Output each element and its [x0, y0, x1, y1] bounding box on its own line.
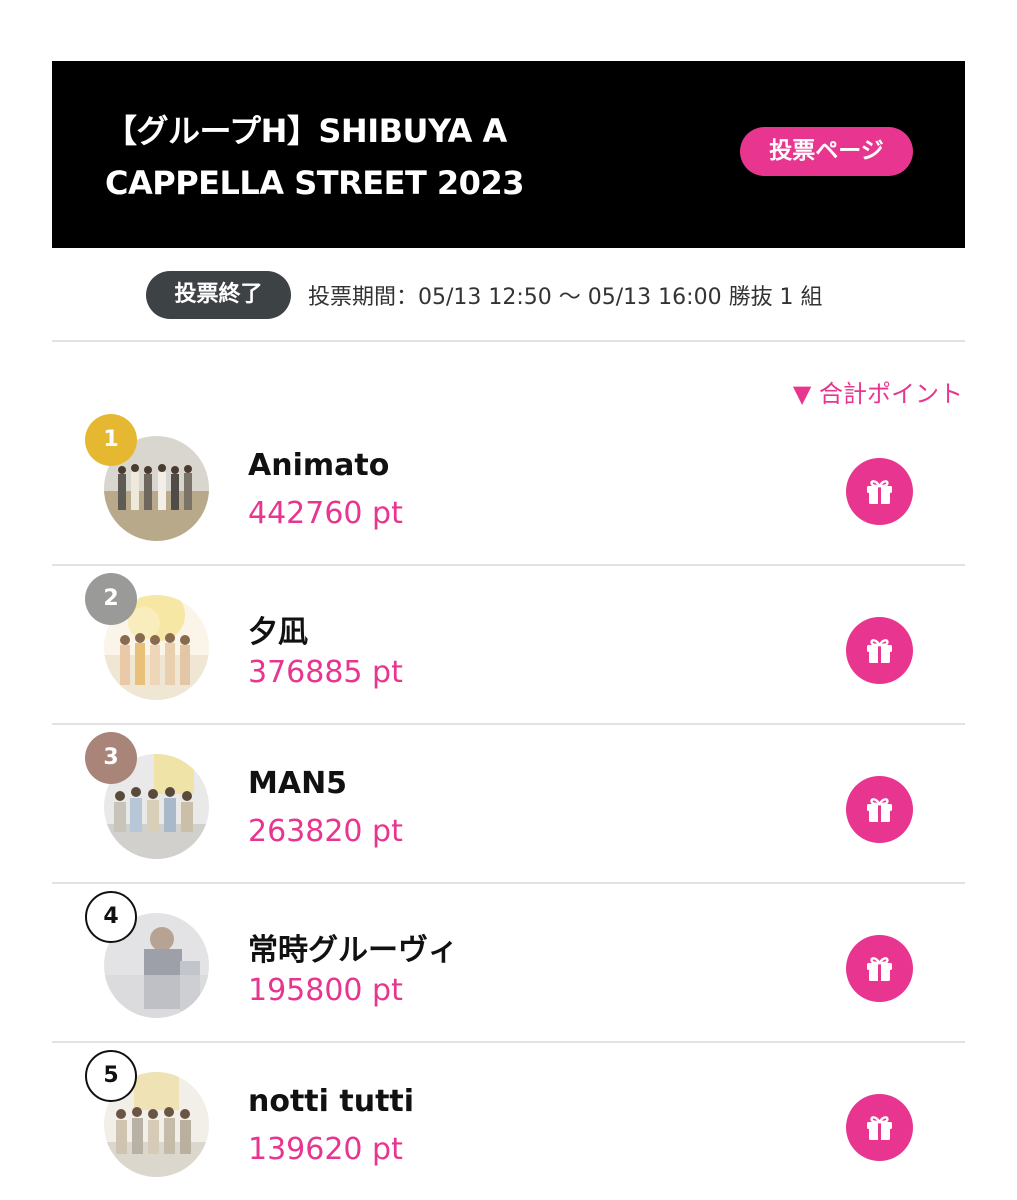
gift-button[interactable]: [846, 458, 913, 525]
ranking-row: 3 MAN5 263820 pt: [52, 724, 965, 883]
gift-icon: [867, 1116, 892, 1140]
rank-badge: 4: [85, 891, 137, 943]
vote-page-button[interactable]: 投票ページ: [740, 127, 913, 176]
ranking-row: 4 常時グルーヴィ 195800 pt: [52, 883, 965, 1042]
gift-button[interactable]: [846, 776, 913, 843]
gift-icon: [867, 957, 892, 981]
group-points: 195800 pt: [248, 973, 403, 1008]
sort-total-points-link[interactable]: ▼ 合計ポイント: [793, 374, 963, 409]
gift-icon: [867, 639, 892, 663]
divider: [52, 340, 965, 342]
group-name: MAN5: [248, 766, 348, 801]
gift-button[interactable]: [846, 935, 913, 1002]
ranking-row: 2 夕凪 376885 pt: [52, 565, 965, 724]
gift-icon: [867, 480, 892, 504]
gift-icon: [867, 798, 892, 822]
voting-period: 投票期間：05/13 12:50 〜 05/13 16:00 勝抜 1 組: [308, 285, 823, 310]
gift-button[interactable]: [846, 617, 913, 684]
rank-badge: 5: [85, 1050, 137, 1102]
voting-status-row: 投票終了 投票期間：05/13 12:50 〜 05/13 16:00 勝抜 1…: [146, 271, 823, 319]
group-points: 263820 pt: [248, 814, 403, 849]
rank-badge: 3: [85, 732, 137, 784]
group-name: Animato: [248, 448, 390, 483]
group-points: 376885 pt: [248, 655, 403, 690]
gift-button[interactable]: [846, 1094, 913, 1161]
rank-badge: 2: [85, 573, 137, 625]
status-badge: 投票終了: [146, 271, 291, 319]
group-name: notti tutti: [248, 1084, 415, 1119]
group-header: 【グループH】SHIBUYA A CAPPELLA STREET 2023 投票…: [52, 61, 965, 248]
ranking-row: 5 notti tutti 139620 pt: [52, 1042, 965, 1200]
group-points: 139620 pt: [248, 1132, 403, 1167]
group-points: 442760 pt: [248, 496, 403, 531]
page-title: 【グループH】SHIBUYA A CAPPELLA STREET 2023: [105, 112, 524, 202]
ranking-row: 1 Animato 442760 pt: [52, 406, 965, 565]
group-name: 夕凪: [248, 615, 308, 650]
group-name: 常時グルーヴィ: [248, 933, 458, 968]
rank-badge: 1: [85, 414, 137, 466]
